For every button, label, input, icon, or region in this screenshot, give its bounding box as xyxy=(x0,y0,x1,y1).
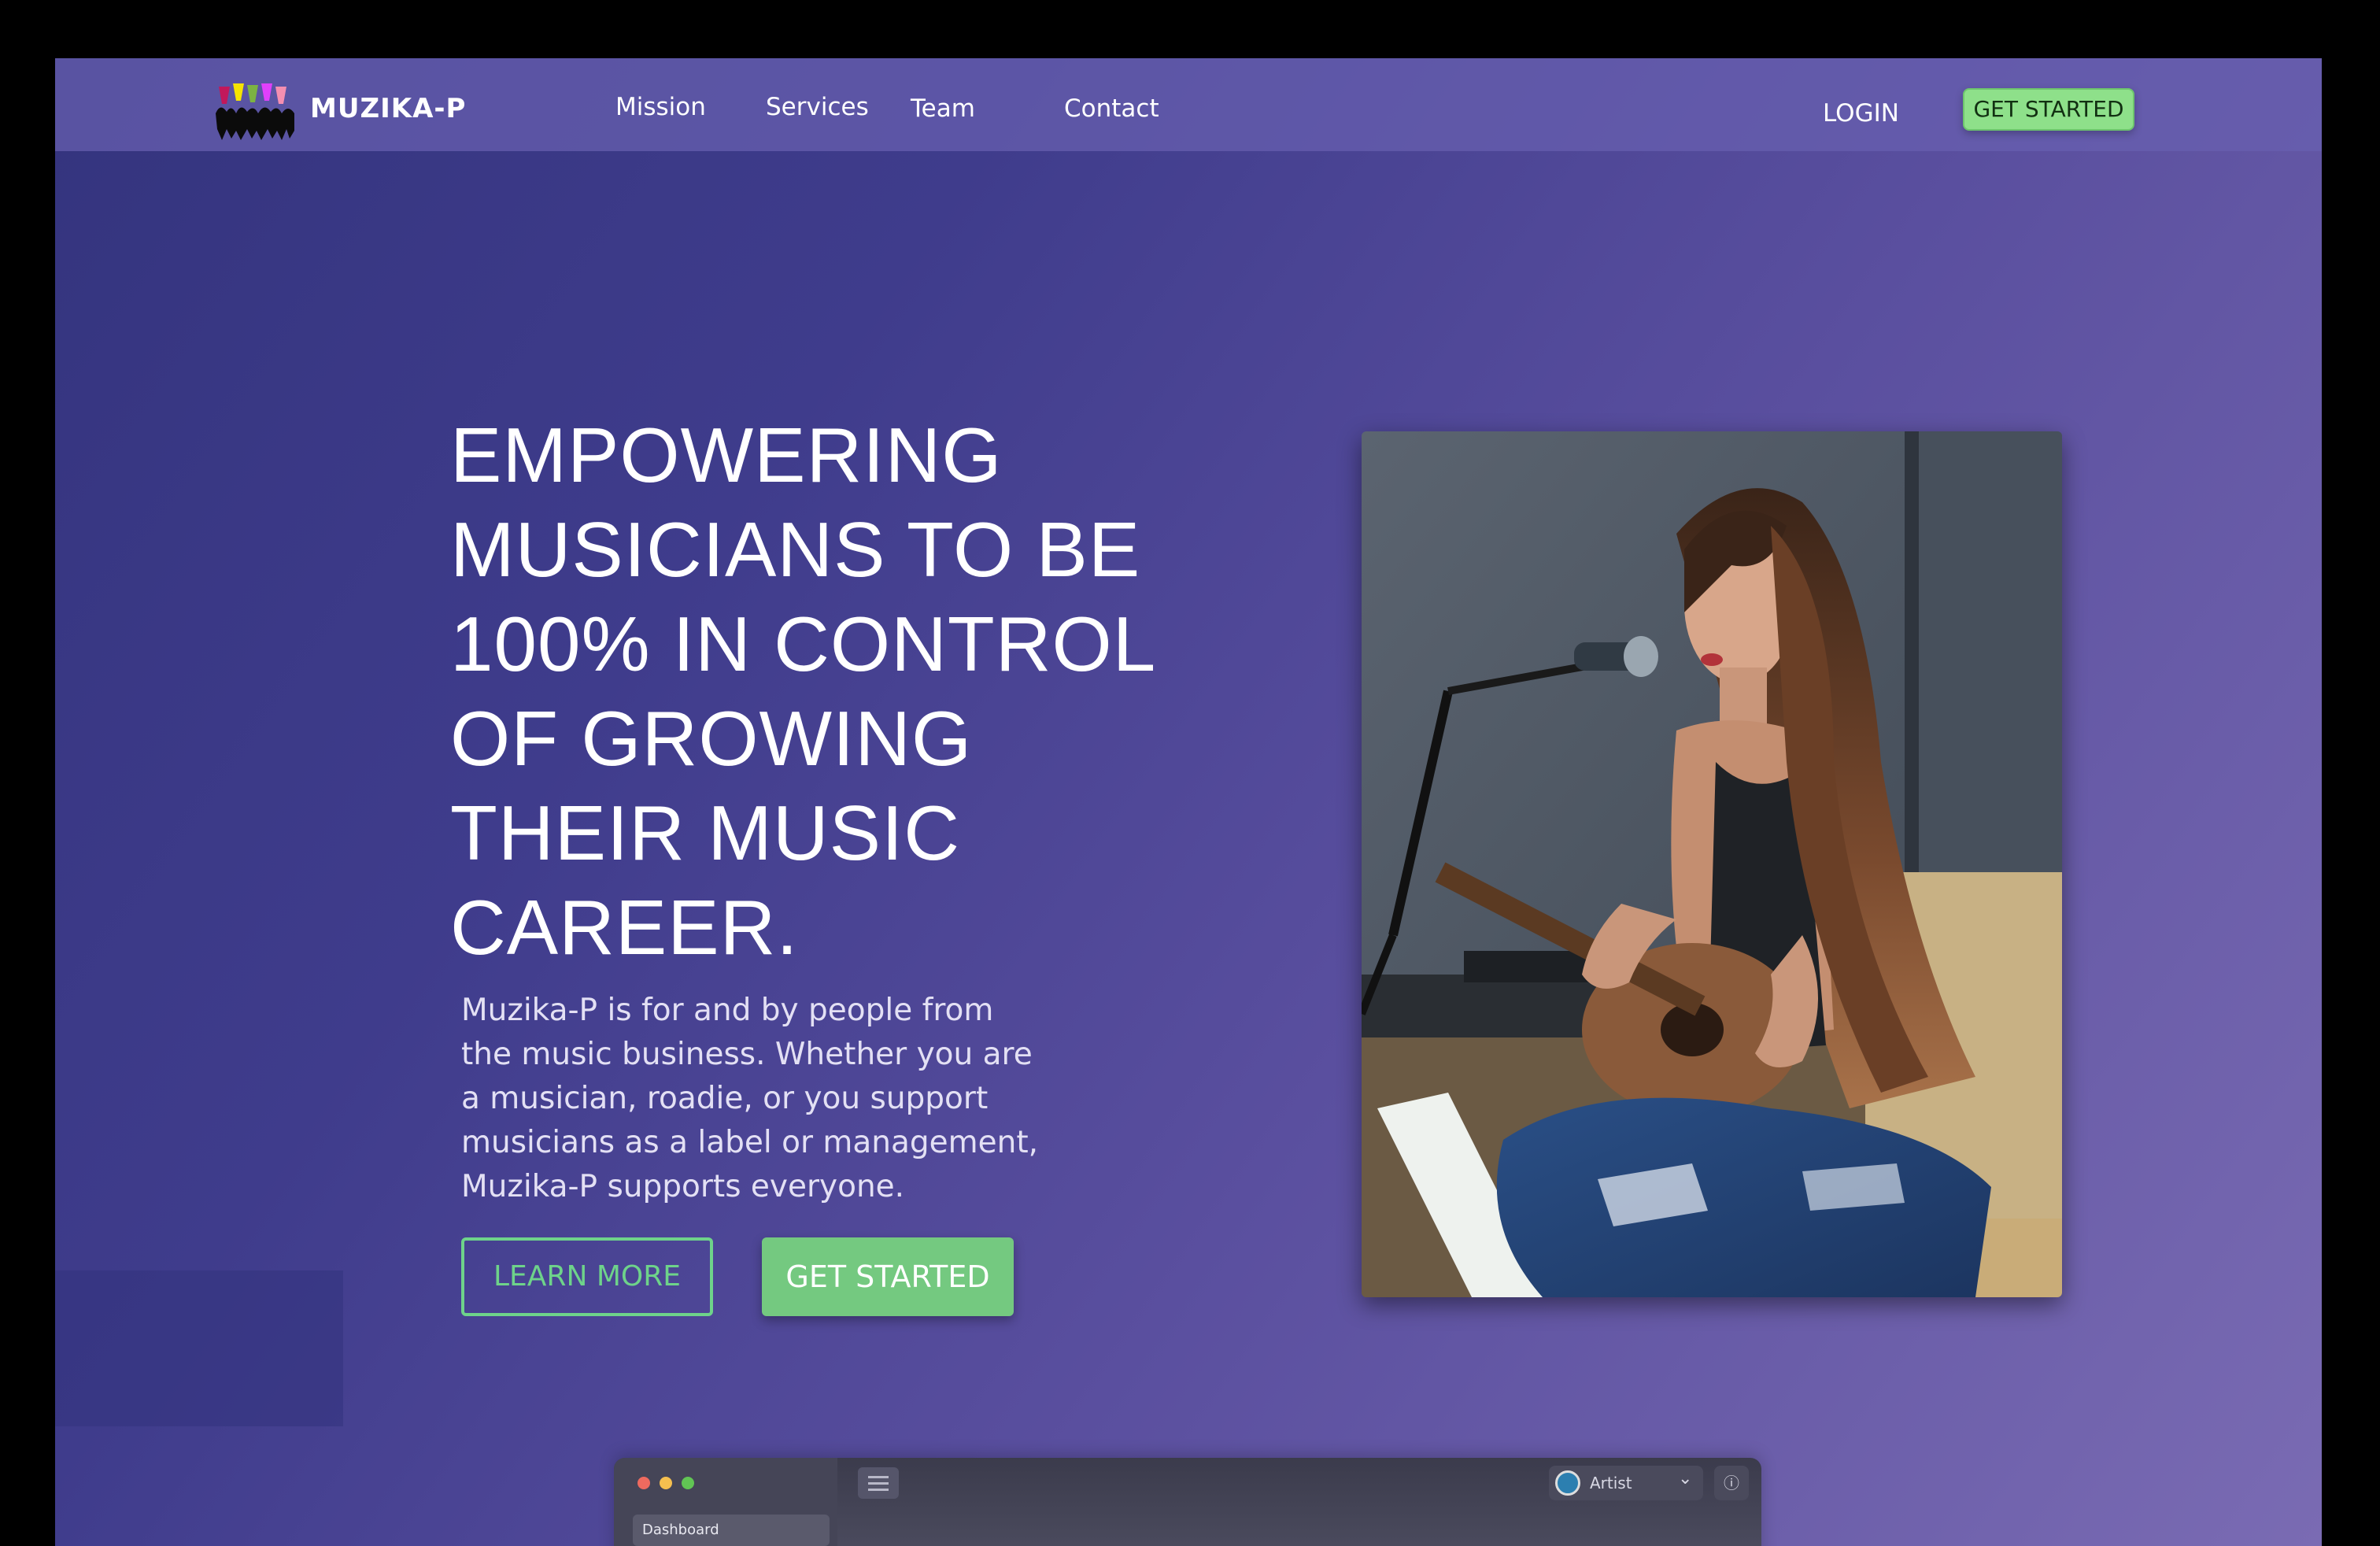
nav-link-contact[interactable]: Contact xyxy=(1064,94,1159,123)
role-label: Artist xyxy=(1590,1474,1632,1492)
window-close-icon xyxy=(638,1477,650,1489)
menu-icon[interactable] xyxy=(858,1467,899,1499)
hero-headline: EMPOWERING MUSICIANS TO BE 100% IN CONTR… xyxy=(450,408,1159,975)
login-link[interactable]: LOGIN xyxy=(1823,99,1899,128)
window-maximize-icon xyxy=(682,1477,694,1489)
description-line: musicians as a label or management, xyxy=(461,1125,1039,1160)
nav-link-team[interactable]: Team xyxy=(911,94,975,123)
help-icon[interactable]: ⓘ xyxy=(1714,1466,1749,1500)
headline-line: CAREER. xyxy=(450,884,799,971)
hero-photo-musician xyxy=(1362,431,2062,1297)
window-minimize-icon xyxy=(660,1477,672,1489)
avatar xyxy=(1555,1470,1580,1496)
description-line: the music business. Whether you are xyxy=(461,1037,1033,1072)
nav-link-mission[interactable]: Mission xyxy=(615,93,706,121)
brand-name[interactable]: MUZIKA-P xyxy=(310,93,466,124)
learn-more-button[interactable]: LEARN MORE xyxy=(461,1237,713,1316)
chevron-down-icon: ⌄ xyxy=(1678,1469,1693,1489)
headline-line: 100% IN CONTROL xyxy=(450,601,1157,687)
decorative-shade xyxy=(55,1270,343,1426)
description-line: Muzika-P supports everyone. xyxy=(461,1169,905,1204)
nav-link-services[interactable]: Services xyxy=(766,93,869,121)
description-line: Muzika-P is for and by people from xyxy=(461,993,994,1028)
sidebar-item-dashboard[interactable]: Dashboard xyxy=(633,1515,830,1546)
landing-page: MUZIKA-P Mission Services Team Contact L… xyxy=(55,58,2322,1546)
headline-line: THEIR MUSIC xyxy=(450,790,960,876)
nav-get-started-button[interactable]: GET STARTED xyxy=(1963,88,2134,131)
hero-description: Muzika-P is for and by people from the m… xyxy=(461,989,1044,1209)
role-selector[interactable]: Artist ⌄ xyxy=(1549,1466,1703,1500)
top-nav: MUZIKA-P Mission Services Team Contact L… xyxy=(55,58,2322,151)
description-line: a musician, roadie, or you support xyxy=(461,1081,989,1116)
headline-line: OF GROWING xyxy=(450,695,973,782)
headline-line: EMPOWERING xyxy=(450,412,1003,498)
logo-icon[interactable] xyxy=(213,82,299,142)
hero-get-started-button[interactable]: GET STARTED xyxy=(762,1237,1014,1316)
app-preview-window: Dashboard Artist ⌄ ⓘ xyxy=(614,1458,1761,1546)
headline-line: MUSICIANS TO BE xyxy=(450,506,1141,593)
